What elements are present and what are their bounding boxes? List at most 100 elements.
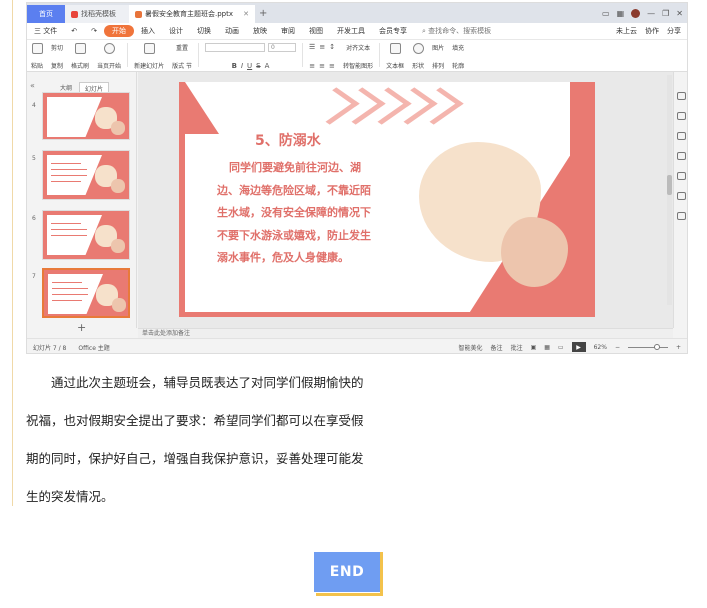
status-controls: 智能美化 备注 批注 ▣ ▦ ▭ ▶ 62% − +	[459, 342, 687, 352]
new-slide-button[interactable]: 新建幻灯片	[130, 43, 168, 70]
pptx-icon	[135, 10, 142, 18]
cut-button[interactable]: 剪切 复制	[47, 43, 67, 70]
collaborate-button[interactable]: 协作	[645, 26, 659, 36]
font-color-icon[interactable]: A	[265, 62, 270, 70]
strike-icon[interactable]: S	[256, 62, 260, 70]
zoom-in-icon[interactable]: +	[676, 344, 681, 351]
numbering-icon[interactable]: ≡	[319, 43, 325, 51]
bullets-icon[interactable]: ☰	[309, 43, 315, 51]
redo-icon[interactable]: ↷	[84, 27, 104, 35]
slide-thumbnail-7[interactable]	[42, 268, 130, 318]
slide-thumbnail-panel: « 大纲 幻灯片 4 5 6 7 +	[27, 72, 137, 334]
select-icon[interactable]	[677, 92, 686, 100]
menu-animation[interactable]: 动画	[218, 26, 246, 36]
command-search[interactable]: ⌕ 查找命令、搜索模板	[422, 26, 512, 36]
zoom-slider[interactable]	[627, 343, 668, 350]
scroll-thumb[interactable]	[667, 175, 672, 195]
collapse-panel-icon[interactable]: «	[30, 81, 35, 90]
new-tab-icon[interactable]: +	[255, 8, 271, 19]
settings-icon[interactable]	[677, 112, 686, 120]
location-icon[interactable]	[677, 192, 686, 200]
slide-thumbnail-4[interactable]	[42, 92, 130, 140]
close-tab-icon[interactable]: ✕	[243, 10, 249, 18]
right-toolbar	[673, 72, 687, 328]
add-slide-icon[interactable]: +	[77, 321, 86, 334]
restore-icon[interactable]: ❐	[662, 9, 669, 18]
align-row: ≡ ≡ ≡	[309, 62, 335, 70]
share-button[interactable]: 分享	[667, 26, 681, 36]
slide-thumbnail-6[interactable]	[42, 210, 130, 260]
reading-view-icon[interactable]: ▭	[558, 344, 564, 351]
menu-slideshow[interactable]: 放映	[246, 26, 274, 36]
font-size-input[interactable]: 0	[268, 43, 297, 52]
thumb-line	[52, 282, 82, 283]
image-icon[interactable]	[677, 152, 686, 160]
pin-icon[interactable]	[677, 132, 686, 140]
tan-blob	[501, 217, 568, 287]
fill-button[interactable]: 填充 轮廓	[448, 43, 468, 70]
play-current-button[interactable]: 当页开始	[93, 43, 125, 70]
slide-counter: 幻灯片 7 / 8	[33, 344, 67, 352]
bold-icon[interactable]: B	[232, 62, 237, 70]
wps-screenshot: 首页 找稻壳模板 暑假安全教育主题班会.pptx ✕ + ▭ ▦ — ❐ ✕ 三 …	[26, 2, 688, 354]
smart-beautify-button[interactable]: 智能美化	[459, 343, 483, 352]
menu-view[interactable]: 视图	[302, 26, 330, 36]
paragraph-controls: ☰ ≡ ↕ ≡ ≡ ≡	[305, 43, 339, 70]
notes-area[interactable]: 单击此处添加备注	[138, 328, 673, 338]
vertical-scrollbar[interactable]	[667, 75, 672, 305]
normal-view-icon[interactable]: ▣	[531, 344, 537, 351]
zoom-slider-handle[interactable]	[653, 343, 660, 350]
layout-icon[interactable]: ▭	[602, 9, 610, 18]
align-left-icon[interactable]: ≡	[309, 62, 315, 70]
menu-review[interactable]: 审阅	[274, 26, 302, 36]
line-spacing-icon[interactable]: ↕	[329, 43, 335, 51]
comments-toggle[interactable]: 批注	[511, 343, 523, 352]
tab-pptx-file[interactable]: 暑假安全教育主题班会.pptx ✕	[129, 5, 255, 23]
shape-button[interactable]: 形状	[408, 43, 428, 70]
menu-file[interactable]: 三 文件	[27, 26, 64, 36]
article-page: 首页 找稻壳模板 暑假安全教育主题班会.pptx ✕ + ▭ ▦ — ❐ ✕ 三 …	[0, 0, 707, 608]
underline-icon[interactable]: U	[247, 62, 252, 70]
zoom-out-icon[interactable]: −	[615, 344, 620, 351]
ribbon: 粘贴 剪切 复制 格式刷 当页开始 新建幻灯片 重置 版式 节 0 BIUSA ☰ ≡…	[27, 40, 687, 72]
divider	[379, 43, 381, 67]
align-center-icon[interactable]: ≡	[319, 62, 325, 70]
paint-icon[interactable]	[677, 172, 686, 180]
minimize-icon[interactable]: —	[647, 9, 655, 18]
menu-insert[interactable]: 插入	[134, 26, 162, 36]
close-window-icon[interactable]: ✕	[676, 9, 683, 18]
menu-developer[interactable]: 开发工具	[330, 26, 372, 36]
menu-vip[interactable]: 会员专享	[372, 26, 414, 36]
cloud-status[interactable]: 未上云	[616, 26, 637, 36]
undo-icon[interactable]: ↶	[64, 27, 84, 35]
slide-thumbnail-5[interactable]	[42, 150, 130, 200]
tab-docer-templates[interactable]: 找稻壳模板	[65, 5, 129, 23]
format-painter-button[interactable]: 格式刷	[67, 43, 93, 70]
tab-home[interactable]: 首页	[27, 5, 65, 23]
font-name-input[interactable]	[205, 43, 266, 52]
layout-button[interactable]: 重置 版式 节	[168, 43, 196, 70]
grid-icon[interactable]: ▦	[617, 9, 625, 18]
text-box-button[interactable]: 文本框	[382, 43, 408, 70]
menu-transition[interactable]: 切换	[190, 26, 218, 36]
thumb-line	[51, 169, 87, 170]
sorter-view-icon[interactable]: ▦	[544, 344, 550, 351]
left-rule	[12, 0, 13, 506]
paste-button[interactable]: 粘贴	[27, 43, 47, 70]
slideshow-play-icon[interactable]: ▶	[571, 342, 586, 352]
italic-icon[interactable]: I	[241, 62, 243, 70]
notes-toggle[interactable]: 备注	[491, 343, 503, 352]
current-slide[interactable]: 5、防溺水 同学们要避免前往河边、湖边、海边等危险区域，不靠近陌生水域，没有安全…	[179, 82, 595, 317]
zoom-level[interactable]: 62%	[594, 344, 607, 351]
slide-body-text: 同学们要避免前往河边、湖边、海边等危险区域，不靠近陌生水域，没有安全保障的情况下…	[217, 161, 371, 264]
align-right-icon[interactable]: ≡	[329, 62, 335, 70]
thumb-blob	[112, 298, 126, 312]
theme-name: Office 主题	[78, 344, 110, 352]
export-icon[interactable]	[677, 212, 686, 220]
docer-icon	[71, 10, 78, 18]
menu-home[interactable]: 开始	[103, 25, 134, 37]
picture-button[interactable]: 图片 排列	[428, 43, 448, 70]
avatar[interactable]	[631, 8, 641, 18]
align-text-button[interactable]: 对齐文本 转智能图形	[339, 43, 377, 70]
menu-design[interactable]: 设计	[162, 26, 190, 36]
